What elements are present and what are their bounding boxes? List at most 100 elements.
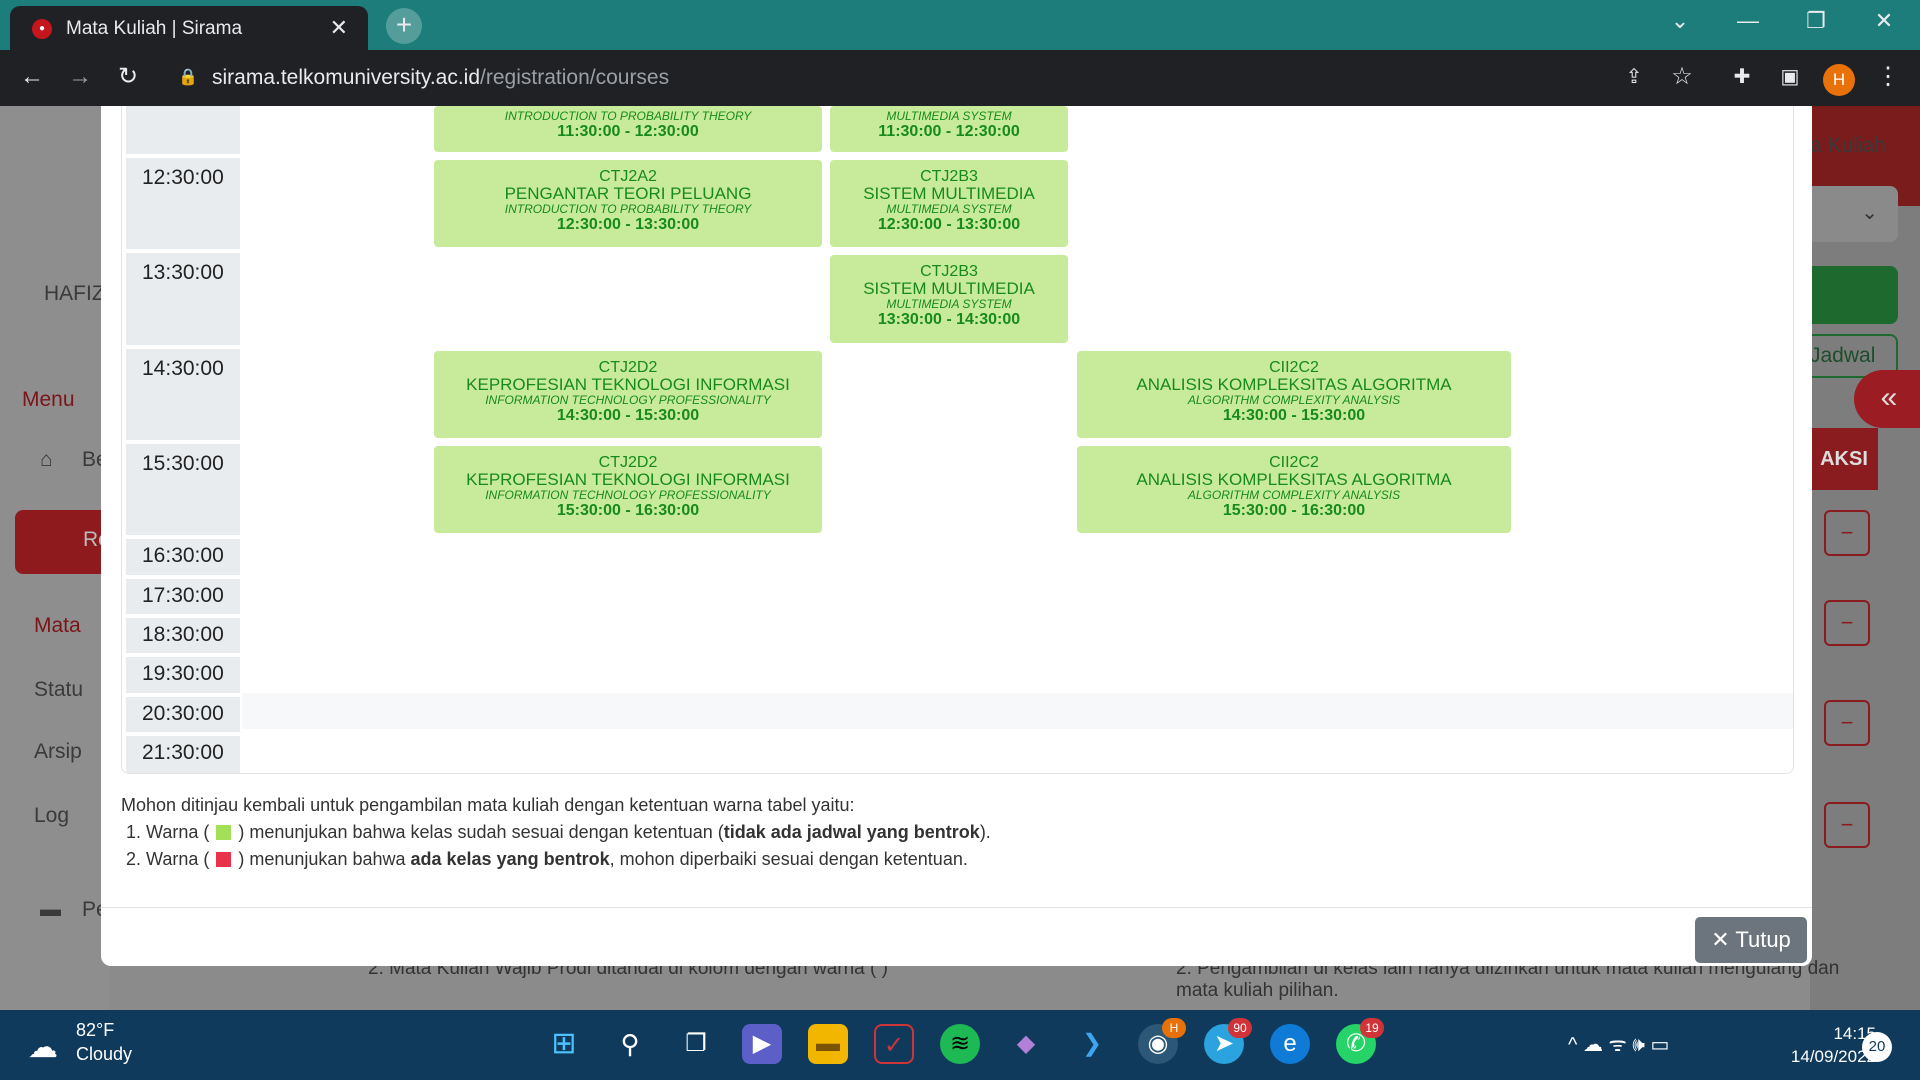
legend-prefix: 1. Warna (: [126, 822, 210, 842]
sidebar-subitem-status[interactable]: Statu: [34, 678, 83, 702]
color-legend: Mohon ditinjau kembali untuk pengambilan…: [121, 792, 991, 873]
course-block[interactable]: CTJ2B3 SISTEM MULTIMEDIA MULTIMEDIA SYST…: [830, 160, 1068, 247]
bookmark-star-icon[interactable]: ☆: [1666, 62, 1698, 94]
sidebar-subitem-arsip[interactable]: Arsip: [34, 740, 82, 764]
share-icon[interactable]: ⇪: [1618, 62, 1650, 94]
remove-course-button[interactable]: −: [1824, 600, 1870, 646]
course-time: 12:30:00 - 13:30:00: [877, 216, 1021, 233]
course-english-name: ALGORITHM COMPLEXITY ANALYSIS: [1187, 488, 1401, 502]
search-icon[interactable]: ⚲: [610, 1024, 650, 1064]
time-cell: 19:30:00: [126, 657, 240, 693]
browser-tab[interactable]: ● Mata Kuliah | Sirama ✕: [10, 6, 368, 50]
course-english-name: MULTIMEDIA SYSTEM: [886, 297, 1012, 311]
course-block[interactable]: INTRODUCTION TO PROBABILITY THEORY 11:30…: [434, 106, 822, 152]
course-time: 11:30:00 - 12:30:00: [878, 123, 1020, 140]
close-window-button[interactable]: ✕: [1850, 0, 1918, 44]
legend-bold: ada kelas yang bentrok: [410, 849, 610, 869]
course-name: SISTEM MULTIMEDIA: [863, 279, 1035, 298]
restore-button[interactable]: ❐: [1782, 0, 1850, 44]
new-tab-button[interactable]: +: [386, 8, 422, 44]
course-name: KEPROFESIAN TEKNOLOGI INFORMASI: [466, 470, 790, 489]
chrome-icon[interactable]: ◉ H: [1138, 1018, 1186, 1064]
course-code: CTJ2D2: [598, 454, 658, 471]
time-cell: 21:30:00: [126, 736, 240, 773]
course-english-name: INTRODUCTION TO PROBABILITY THEORY: [504, 202, 752, 216]
address-bar[interactable]: 🔒 sirama.telkomuniversity.ac.id/registra…: [160, 58, 1610, 98]
legend-item-green: 1. Warna ( ) menunjukan bahwa kelas suda…: [121, 819, 991, 846]
legend-prefix: 2. Warna (: [126, 849, 210, 869]
tab-title: Mata Kuliah | Sirama: [66, 18, 243, 39]
taskbar: ☁ 82°F Cloudy ⊞ ⚲ ❐ ▶ ▬ ✓ ≋ ◆ ❯ ◉ H ➤ 90 e…: [0, 1010, 1920, 1080]
notification-badge[interactable]: 20: [1862, 1032, 1892, 1062]
time-cell: 12:30:00: [126, 158, 240, 249]
url-path: /registration/courses: [480, 66, 670, 89]
card-icon: ▬: [40, 898, 61, 921]
clock[interactable]: 14:15 14/09/2022: [1760, 1022, 1876, 1068]
system-tray[interactable]: ^ ☁ ᯤ 🕪 ▭: [1568, 1030, 1669, 1057]
menu-kebab-icon[interactable]: ⋮: [1872, 62, 1904, 94]
row-stripe: [242, 693, 1793, 729]
legend-intro: Mohon ditinjau kembali untuk pengambilan…: [121, 795, 855, 815]
course-block[interactable]: CTJ2A2 PENGANTAR TEORI PELUANG INTRODUCT…: [434, 160, 822, 247]
course-block[interactable]: CTJ2D2 KEPROFESIAN TEKNOLOGI INFORMASI I…: [434, 446, 822, 533]
time-cell: 17:30:00: [126, 579, 240, 614]
reload-icon[interactable]: ↻: [112, 62, 144, 94]
tab-close-icon[interactable]: ✕: [330, 15, 348, 41]
remove-course-button[interactable]: −: [1824, 802, 1870, 848]
dropdown-select[interactable]: ⌄: [1810, 186, 1898, 242]
lock-icon: 🔒: [178, 69, 198, 86]
legend-suffix: , mohon diperbaiki sesuai dengan ketentu…: [609, 849, 968, 869]
forward-icon[interactable]: →: [64, 62, 96, 94]
task-view-icon[interactable]: ❐: [676, 1024, 716, 1064]
modal-footer-divider: [101, 907, 1812, 908]
green-button[interactable]: [1810, 266, 1898, 324]
time-cell: [126, 106, 240, 154]
course-name: ANALISIS KOMPLEKSITAS ALGORITMA: [1136, 375, 1452, 394]
course-english-name: INFORMATION TECHNOLOGY PROFESSIONALITY: [485, 488, 771, 502]
close-modal-button[interactable]: ✕ Tutup: [1695, 917, 1807, 963]
course-block[interactable]: CTJ2B3 SISTEM MULTIMEDIA MULTIMEDIA SYST…: [830, 255, 1068, 343]
profile-avatar[interactable]: H: [1823, 64, 1855, 96]
side-panel-icon[interactable]: ▣: [1774, 62, 1806, 94]
course-code: CTJ2B3: [920, 263, 978, 280]
course-english-name: INFORMATION TECHNOLOGY PROFESSIONALITY: [485, 393, 771, 407]
tab-search-icon[interactable]: ⌄: [1646, 0, 1714, 44]
course-block[interactable]: CII2C2 ANALISIS KOMPLEKSITAS ALGORITMA A…: [1077, 446, 1511, 533]
user-name: HAFIZ: [44, 282, 105, 305]
start-icon[interactable]: ⊞: [544, 1024, 584, 1064]
time-cell: 20:30:00: [126, 697, 240, 732]
course-block[interactable]: MULTIMEDIA SYSTEM 11:30:00 - 12:30:00: [830, 106, 1068, 152]
sidebar-subitem-mata[interactable]: Mata: [34, 614, 81, 638]
back-icon[interactable]: ←: [16, 62, 48, 94]
home-icon[interactable]: ⌂: [40, 448, 53, 472]
file-explorer-icon[interactable]: ▬: [808, 1024, 848, 1064]
course-code: CTJ2B3: [920, 168, 978, 185]
course-block[interactable]: CII2C2 ANALISIS KOMPLEKSITAS ALGORITMA A…: [1077, 351, 1511, 438]
course-block[interactable]: CTJ2D2 KEPROFESIAN TEKNOLOGI INFORMASI I…: [434, 351, 822, 438]
edge-icon[interactable]: e: [1270, 1024, 1310, 1064]
url-host: sirama.telkomuniversity.ac.id: [212, 66, 481, 89]
course-time: 15:30:00 - 16:30:00: [1222, 502, 1366, 519]
app-icon[interactable]: ✓: [874, 1024, 914, 1064]
right-title: a Kuliah: [1810, 134, 1886, 157]
visual-studio-icon[interactable]: ◆: [1006, 1024, 1046, 1064]
course-name: PENGANTAR TEORI PELUANG: [504, 184, 752, 203]
course-english-name: ALGORITHM COMPLEXITY ANALYSIS: [1187, 393, 1401, 407]
teams-icon[interactable]: ▶: [742, 1024, 782, 1064]
vscode-icon[interactable]: ❯: [1072, 1024, 1112, 1064]
collapse-panel-button[interactable]: «: [1854, 370, 1920, 428]
telegram-icon[interactable]: ➤ 90: [1204, 1018, 1252, 1064]
url-text: sirama.telkomuniversity.ac.id/registrati…: [212, 58, 669, 98]
sidebar-subitem-log[interactable]: Log: [34, 804, 69, 828]
remove-course-button[interactable]: −: [1824, 510, 1870, 556]
time-cell: 13:30:00: [126, 253, 240, 345]
course-english-name: INTRODUCTION TO PROBABILITY THEORY: [504, 109, 752, 123]
whatsapp-icon[interactable]: ✆ 19: [1336, 1018, 1384, 1064]
remove-course-button[interactable]: −: [1824, 700, 1870, 746]
time-cell: 14:30:00: [126, 349, 240, 440]
course-time: 12:30:00 - 13:30:00: [556, 216, 700, 233]
spotify-icon[interactable]: ≋: [940, 1024, 980, 1064]
minimize-button[interactable]: —: [1714, 0, 1782, 44]
course-code: CTJ2A2: [599, 168, 657, 185]
extensions-icon[interactable]: ✚: [1726, 62, 1758, 94]
